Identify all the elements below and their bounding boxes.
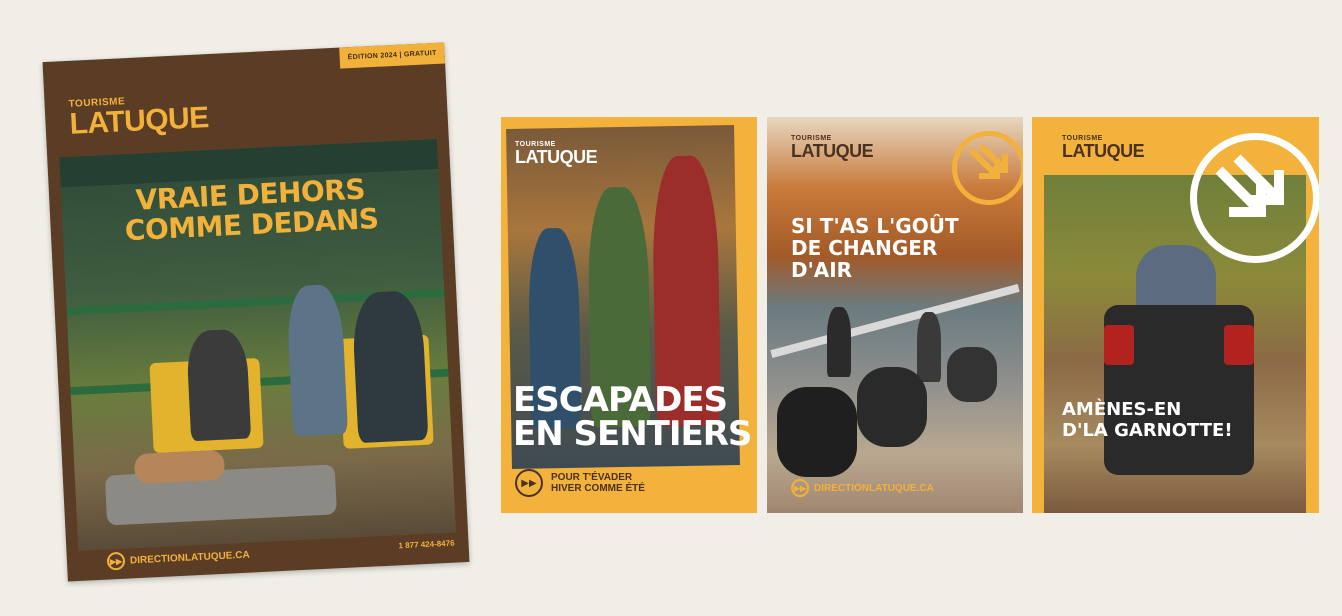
- url-text: DIRECTIONLATUQUE.CA: [814, 482, 934, 494]
- edition-tag: ÉDITION 2024 | GRATUIT: [339, 42, 446, 69]
- forward-arrows-icon: ▶▶: [791, 479, 809, 497]
- tagline-row: ▶▶ POUR T'ÉVADER HIVER COMME ÉTÉ: [515, 469, 645, 497]
- brand-big-text: LATUQUE: [791, 141, 874, 161]
- man-figure: [351, 289, 429, 444]
- poster-headline: ESCAPADES EN SENTIERS: [513, 380, 752, 454]
- phone-number: 1 877 424-8476: [398, 538, 455, 551]
- fuel-can: [1104, 325, 1134, 365]
- brand-big-text: LATUQUE: [1062, 141, 1145, 161]
- poster-url-row: ▶▶ DIRECTIONLATUQUE.CA: [791, 479, 934, 497]
- brand-logo: TOURISME LATUQUE: [68, 92, 210, 141]
- brand-big-text: LATUQUE: [515, 147, 598, 167]
- rider-figure: [827, 307, 851, 377]
- poster-headline: AMÈNES-EN D'LA GARNOTTE!: [1062, 399, 1233, 441]
- headline-line: AMÈNES-EN: [1062, 399, 1182, 420]
- motorcycle: [947, 347, 997, 402]
- url-text: DIRECTIONLATUQUE.CA: [129, 549, 250, 566]
- arrows-circle-icon: [1190, 133, 1319, 263]
- brand-big-text: LATUQUE: [68, 101, 210, 141]
- motorcycle: [777, 387, 857, 477]
- forward-arrows-icon: ▶▶: [515, 469, 543, 497]
- headline-line: SI T'AS L'GOÛT: [791, 214, 959, 238]
- rider-figure: [917, 312, 941, 382]
- motorcycle: [857, 367, 927, 447]
- tagline-line: POUR T'ÉVADER: [551, 472, 633, 483]
- tagline: POUR T'ÉVADER HIVER COMME ÉTÉ: [551, 472, 645, 494]
- brochure-cover: ÉDITION 2024 | GRATUIT TOURISME LATUQUE …: [42, 42, 470, 582]
- headline-line: D'AIR: [791, 258, 853, 282]
- brand-logo: TOURISME LATUQUE: [791, 135, 874, 161]
- brand-logo: TOURISME LATUQUE: [1062, 135, 1145, 161]
- arrows-circle-icon: [952, 131, 1023, 205]
- headline-line: D'LA GARNOTTE!: [1062, 420, 1233, 441]
- woman-figure: [185, 328, 252, 442]
- fuel-can: [1224, 325, 1254, 365]
- brochure-headline: VRAIE DEHORS COMME DEDANS: [60, 149, 442, 249]
- family-photo: VRAIE DEHORS COMME DEDANS: [59, 138, 457, 551]
- headline-line: EN SENTIERS: [513, 414, 752, 454]
- brochure-url-row: ▶▶ DIRECTIONLATUQUE.CA: [106, 546, 251, 571]
- poster-changer-air: TOURISME LATUQUE SI T'AS L'GOÛT DE CHANG…: [767, 117, 1023, 513]
- child-figure: [285, 283, 349, 437]
- poster-garnotte: TOURISME LATUQUE AMÈNES-EN D'LA GARNOTTE…: [1032, 117, 1319, 513]
- poster-headline: SI T'AS L'GOÛT DE CHANGER D'AIR: [791, 215, 959, 281]
- headline-line: ESCAPADES: [513, 380, 728, 420]
- tagline-line: HIVER COMME ÉTÉ: [551, 483, 645, 494]
- brand-logo: TOURISME LATUQUE: [515, 141, 598, 167]
- firewood: [133, 449, 226, 485]
- poster-escapades: TOURISME LATUQUE ESCAPADES EN SENTIERS ▶…: [501, 117, 757, 513]
- headline-line: DE CHANGER: [791, 236, 938, 260]
- forward-arrows-icon: ▶▶: [106, 551, 126, 571]
